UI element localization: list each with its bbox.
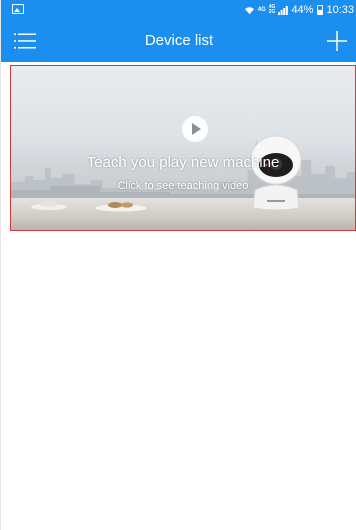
banner-title: Teach you play new machine xyxy=(86,154,280,171)
network-stack-bottom: 2G xyxy=(268,9,276,15)
food-plates-image xyxy=(31,201,147,212)
screen: 4G 4G 2G 44% 10:33 Device list Teach you… xyxy=(0,0,356,530)
battery-percent: 44% xyxy=(291,4,314,16)
camera-device-image xyxy=(250,135,302,211)
gallery-icon xyxy=(12,4,24,14)
network-stack: 4G 2G xyxy=(269,5,276,15)
clock: 10:33 xyxy=(326,4,354,16)
plus-icon[interactable] xyxy=(327,31,347,51)
banner-subtitle[interactable]: Click to see teaching video xyxy=(11,180,355,192)
status-bar: 4G 4G 2G 44% 10:33 xyxy=(1,0,356,20)
play-icon[interactable] xyxy=(182,116,208,142)
network-4g-label: 4G xyxy=(257,7,266,13)
signal-icon xyxy=(278,5,289,15)
battery-icon xyxy=(317,5,324,15)
wifi-icon xyxy=(244,6,254,14)
teaching-video-banner[interactable]: Teach you play new machine Click to see … xyxy=(10,65,356,231)
page-title: Device list xyxy=(144,32,214,49)
app-header: Device list xyxy=(1,20,356,62)
status-right: 4G 4G 2G 44% 10:33 xyxy=(244,0,354,20)
device-list-area xyxy=(1,232,356,530)
